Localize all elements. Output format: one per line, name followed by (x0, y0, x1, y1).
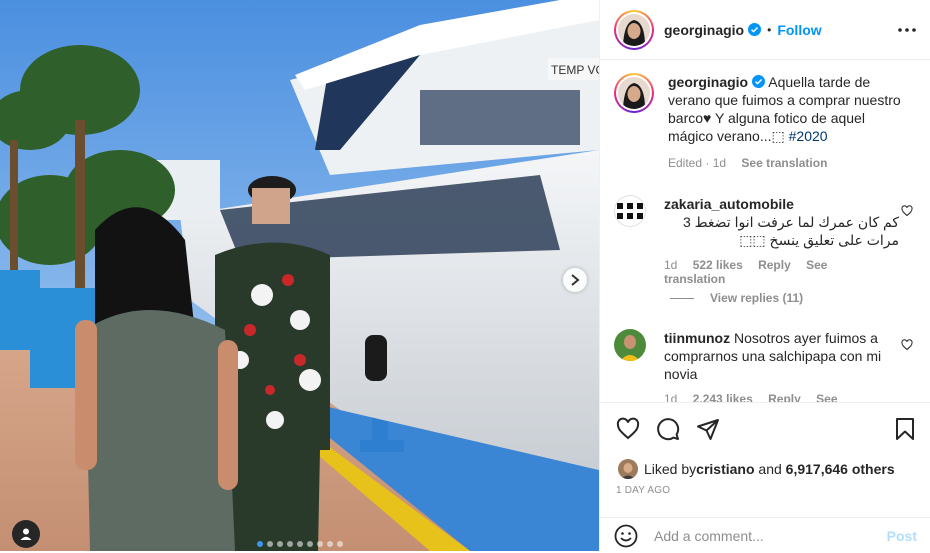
comment-see-translation[interactable]: See translation (664, 258, 827, 286)
likes-middle: and (754, 461, 786, 477)
carousel-dot (256, 541, 263, 547)
caption: georginagio Aquella tarde de verano que … (614, 73, 919, 172)
comments-list[interactable]: georginagio Aquella tarde de verano que … (600, 61, 930, 402)
view-replies-button[interactable]: View replies (11) (670, 291, 803, 305)
story-ring[interactable] (614, 9, 654, 50)
carousel-dot (286, 541, 293, 547)
likes-summary: Liked by cristiano and 6,917,646 others (618, 459, 895, 479)
post-photo: TEMP VG 01 (0, 0, 599, 551)
carousel-dot (306, 541, 313, 547)
instagram-post: TEMP VG 01 (0, 0, 930, 551)
view-replies-label: View replies (11) (710, 291, 804, 305)
heart-outline-icon[interactable] (901, 205, 913, 217)
comment-text: كم كان عمرك لما عرفت انوا تضغط 3 مرات عل… (682, 214, 899, 248)
bookmark-icon (896, 418, 914, 440)
follow-button[interactable]: Follow (777, 22, 821, 38)
caption-see-translation[interactable]: See translation (741, 156, 827, 170)
carousel-dot (316, 541, 323, 547)
post-header: georginagio • Follow (600, 0, 930, 60)
caption-edited: Edited · 1d (668, 156, 727, 170)
more-options-button[interactable] (897, 20, 917, 40)
comment-likes[interactable]: 522 likes (693, 258, 743, 272)
likes-user[interactable]: cristiano (696, 461, 754, 477)
comment-input[interactable] (654, 527, 877, 544)
comment-bubble-icon (657, 418, 680, 441)
action-icons (614, 415, 919, 445)
post-media[interactable]: TEMP VG 01 (0, 0, 599, 551)
carousel-dot (336, 541, 343, 547)
comment-item: tiinmunoz Nosotros ayer fuimos a comprar… (614, 329, 919, 402)
share-button[interactable] (694, 415, 722, 443)
comment-meta: 1d 2,243 likes Reply See translation (664, 392, 899, 402)
likes-prefix: Liked by (644, 461, 697, 477)
comment-time: 1d (664, 392, 678, 402)
caption-username[interactable]: georginagio (668, 74, 748, 90)
commenter-avatar[interactable] (614, 195, 646, 227)
post-timestamp: 1 DAY AGO (616, 485, 671, 496)
emoji-icon[interactable] (614, 524, 638, 548)
caption-meta: Edited · 1d See translation (668, 154, 913, 172)
caption-story-ring[interactable] (614, 73, 654, 113)
paper-plane-icon (697, 419, 719, 440)
comment-time: 1d (664, 258, 678, 272)
verified-badge-icon (748, 23, 762, 36)
caption-hashtag[interactable]: #2020 (789, 128, 828, 144)
carousel-next-button[interactable] (563, 268, 587, 292)
comment-meta: 1d 522 likes Reply See translation (664, 258, 899, 286)
add-comment-bar: Post (600, 517, 930, 553)
carousel-dot (326, 541, 333, 547)
more-horizontal-icon (898, 28, 916, 32)
heart-outline-icon[interactable] (901, 339, 913, 351)
like-button[interactable] (614, 415, 642, 443)
post-side-panel: georginagio • Follow georginagio Aquella… (599, 0, 930, 551)
avatar (618, 77, 650, 109)
liker-avatar[interactable] (618, 459, 638, 479)
heart-icon (616, 417, 640, 440)
carousel-dot (296, 541, 303, 547)
save-button[interactable] (891, 415, 919, 443)
avatar (618, 13, 650, 46)
carousel-dot (276, 541, 283, 547)
post-comment-button[interactable]: Post (887, 528, 917, 544)
view-replies-line (670, 297, 694, 299)
carousel-indicator (0, 541, 599, 547)
chevron-right-icon (571, 274, 580, 286)
comment-button[interactable] (654, 415, 682, 443)
user-icon (20, 528, 32, 540)
post-actions: Liked by cristiano and 6,917,646 others … (600, 402, 930, 552)
commenter-avatar[interactable] (614, 329, 646, 361)
verified-badge-icon (752, 75, 766, 88)
comment-reply-button[interactable]: Reply (758, 258, 791, 272)
carousel-dot (266, 541, 273, 547)
comment-username[interactable]: zakaria_automobile (664, 196, 794, 212)
comment-username[interactable]: tiinmunoz (664, 330, 730, 346)
header-username[interactable]: georginagio (664, 22, 744, 38)
comment-likes[interactable]: 2,243 likes (693, 392, 753, 402)
comment-item: zakaria_automobile كم كان عمرك لما عرفت … (614, 195, 919, 286)
header-separator: • (767, 22, 772, 37)
likes-others[interactable]: 6,917,646 others (786, 461, 895, 477)
boat-name: TEMP VG 01 (551, 63, 599, 77)
comment-reply-button[interactable]: Reply (768, 392, 801, 402)
